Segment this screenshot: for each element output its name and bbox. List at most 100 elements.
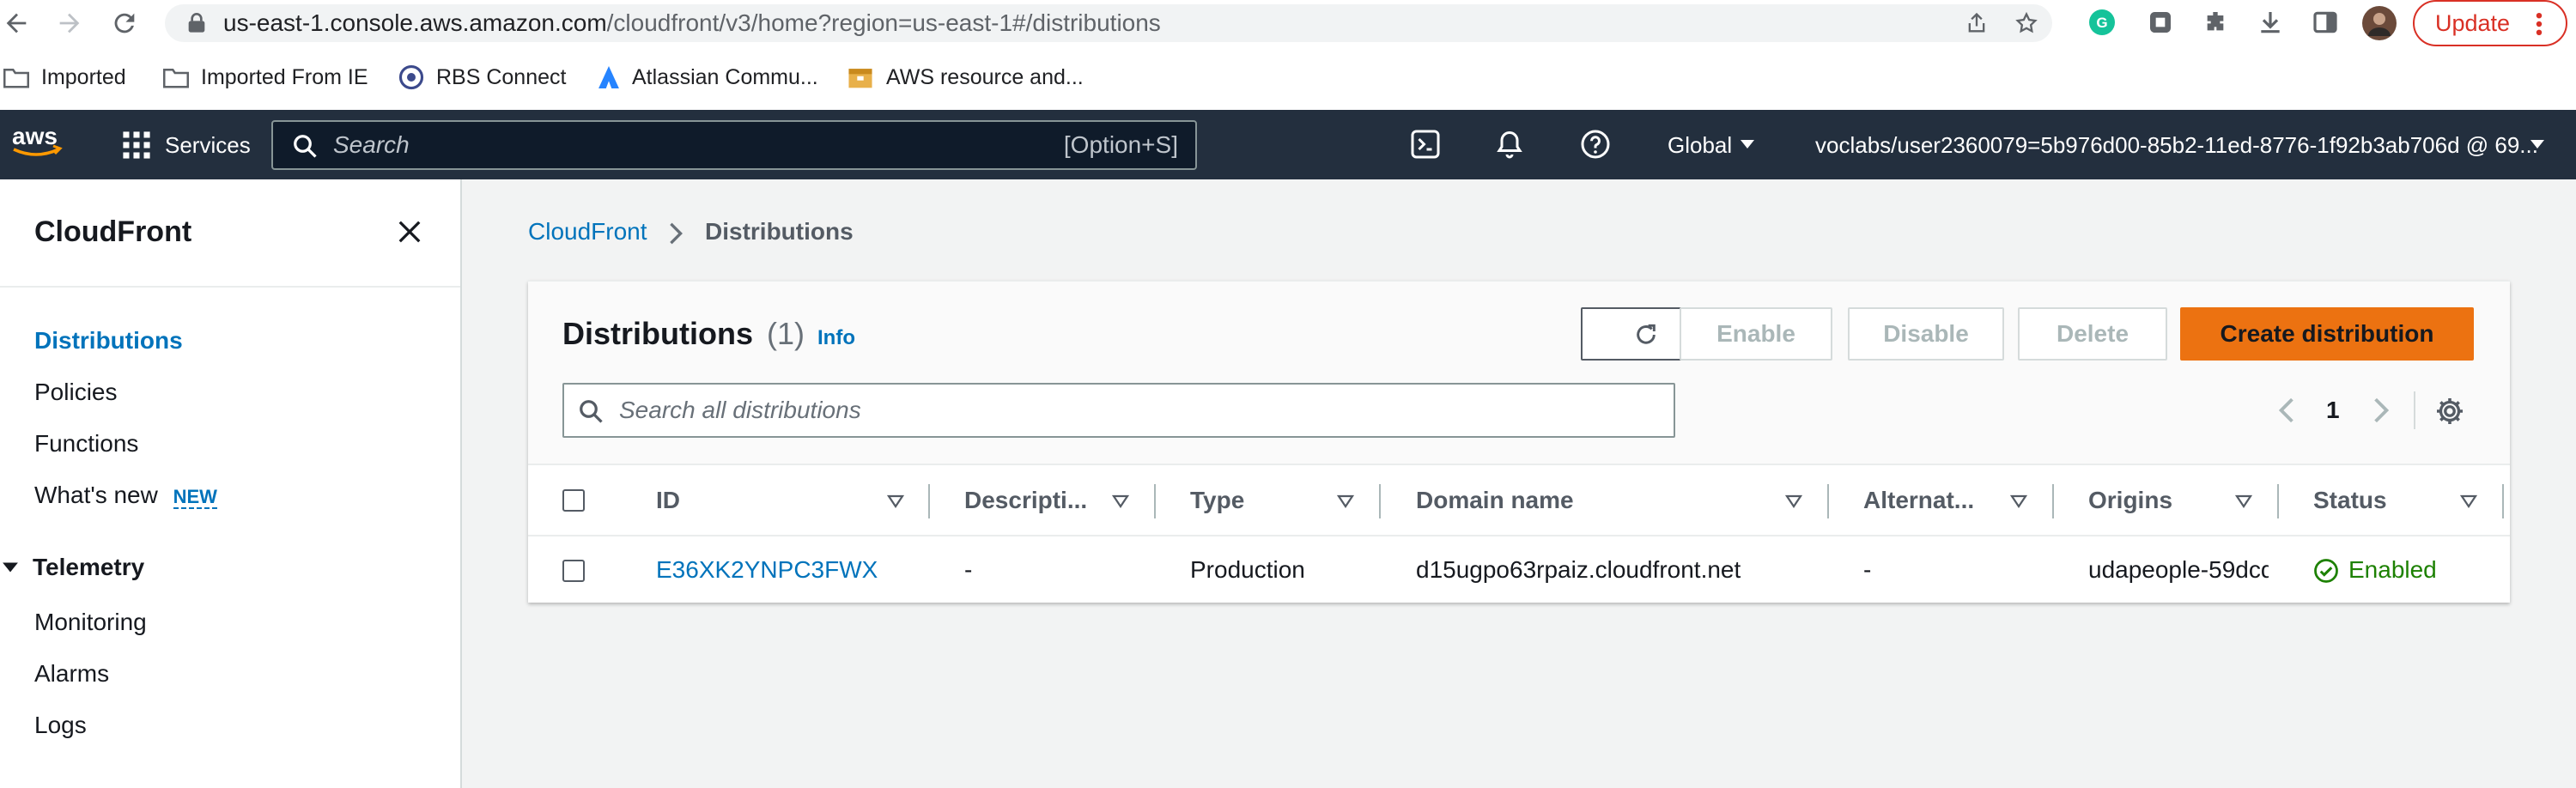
sidebar-item-monitoring[interactable]: Monitoring bbox=[34, 609, 147, 636]
package-icon bbox=[848, 69, 872, 88]
page-number[interactable]: 1 bbox=[2326, 397, 2340, 424]
reload-icon[interactable] bbox=[110, 9, 139, 38]
sidebar-item-distributions[interactable]: Distributions bbox=[34, 327, 183, 355]
rbs-logo-icon bbox=[398, 64, 424, 90]
forward-arrow-icon[interactable] bbox=[55, 9, 84, 38]
previous-page-icon[interactable] bbox=[2278, 397, 2295, 424]
column-divider[interactable] bbox=[1827, 484, 1829, 518]
column-header-id[interactable]: ID bbox=[656, 465, 680, 536]
browser-chrome: us-east-1.console.aws.amazon.com/cloudfr… bbox=[0, 0, 2576, 110]
update-button[interactable]: Update bbox=[2413, 0, 2567, 46]
bookmark-atlassian[interactable]: Atlassian Commu... bbox=[598, 57, 818, 98]
bookmark-label: Atlassian Commu... bbox=[632, 64, 818, 89]
select-all-checkbox[interactable] bbox=[562, 489, 585, 512]
aws-top-nav: aws Services Search [Option+S] Global vo… bbox=[0, 110, 2576, 179]
search-placeholder: Search bbox=[333, 131, 410, 158]
services-menu[interactable]: Services bbox=[165, 132, 251, 159]
enable-button[interactable]: Enable bbox=[1680, 307, 1832, 361]
row-checkbox[interactable] bbox=[562, 560, 585, 582]
caret-down-icon[interactable] bbox=[2, 561, 19, 574]
aws-search-input[interactable]: Search [Option+S] bbox=[271, 120, 1197, 170]
profile-avatar-icon[interactable] bbox=[2361, 5, 2397, 41]
caret-down-icon bbox=[1740, 139, 1755, 149]
search-icon bbox=[580, 400, 603, 423]
bookmark-label: AWS resource and... bbox=[886, 64, 1084, 89]
sidebar-item-functions[interactable]: Functions bbox=[34, 430, 138, 458]
column-header-alternate-domain[interactable]: Alternat... bbox=[1863, 465, 1974, 536]
distribution-count: (1) bbox=[767, 316, 805, 351]
region-selector[interactable]: Global bbox=[1668, 132, 1732, 159]
delete-button[interactable]: Delete bbox=[2018, 307, 2167, 361]
aws-logo-text: aws bbox=[12, 123, 58, 149]
bookmark-imported[interactable]: Imported bbox=[3, 57, 126, 98]
bookmark-label: Imported From IE bbox=[201, 64, 368, 89]
column-header-origins[interactable]: Origins bbox=[2088, 465, 2172, 536]
column-divider[interactable] bbox=[2502, 484, 2504, 518]
column-header-status[interactable]: Status bbox=[2313, 465, 2387, 536]
breadcrumb-distributions: Distributions bbox=[705, 218, 854, 245]
column-header-domain-name[interactable]: Domain name bbox=[1416, 465, 1574, 536]
column-divider[interactable] bbox=[1379, 484, 1381, 518]
column-header-description[interactable]: Descripti... bbox=[964, 465, 1087, 536]
services-grid-icon[interactable] bbox=[122, 130, 151, 160]
column-divider[interactable] bbox=[928, 484, 930, 518]
svg-text:G: G bbox=[2096, 15, 2107, 31]
panel-title: Distributions (1) bbox=[562, 316, 805, 352]
sort-caret-icon[interactable] bbox=[2460, 494, 2477, 508]
url-host: us-east-1.console.aws.amazon.com bbox=[223, 9, 607, 36]
sidebar-item-whats-new[interactable]: What's new NEW bbox=[34, 482, 217, 509]
notifications-bell-icon[interactable] bbox=[1494, 129, 1525, 160]
create-distribution-button[interactable]: Create distribution bbox=[2180, 307, 2474, 361]
extension-icon[interactable] bbox=[2147, 9, 2174, 36]
star-bookmark-icon[interactable] bbox=[2014, 11, 2038, 35]
update-label: Update bbox=[2435, 10, 2511, 36]
account-menu[interactable]: voclabs/user2360079=5b976d00-85b2-11ed-8… bbox=[1815, 132, 2538, 159]
close-sidebar-icon[interactable] bbox=[397, 219, 422, 245]
bookmark-label: RBS Connect bbox=[436, 64, 567, 89]
column-divider[interactable] bbox=[1154, 484, 1156, 518]
bookmark-imported-from-ie[interactable]: Imported From IE bbox=[163, 57, 368, 98]
download-icon[interactable] bbox=[2257, 9, 2284, 36]
sidebar-section-telemetry[interactable]: Telemetry bbox=[33, 554, 144, 581]
cloudshell-icon[interactable] bbox=[1410, 129, 1441, 160]
kebab-menu-icon bbox=[2535, 12, 2543, 36]
next-page-icon[interactable] bbox=[2372, 397, 2390, 424]
panel-header: Distributions (1) Info Enable Disable De… bbox=[528, 282, 2510, 465]
sidebar-item-policies[interactable]: Policies bbox=[34, 379, 117, 406]
back-arrow-icon[interactable] bbox=[2, 9, 31, 38]
side-panel-icon[interactable] bbox=[2312, 9, 2339, 36]
lock-icon[interactable] bbox=[187, 13, 206, 33]
sort-caret-icon[interactable] bbox=[1112, 494, 1129, 508]
breadcrumb-cloudfront[interactable]: CloudFront bbox=[528, 218, 647, 245]
column-header-type[interactable]: Type bbox=[1190, 465, 1244, 536]
sort-caret-icon[interactable] bbox=[2010, 494, 2027, 508]
grammarly-extension-icon[interactable]: G bbox=[2088, 9, 2116, 36]
bookmark-rbs-connect[interactable]: RBS Connect bbox=[398, 57, 566, 98]
sidebar-item-label: What's new bbox=[34, 482, 158, 508]
column-divider[interactable] bbox=[2052, 484, 2054, 518]
sort-caret-icon[interactable] bbox=[1337, 494, 1354, 508]
distribution-search-input[interactable]: Search all distributions bbox=[562, 383, 1675, 438]
cell-origins: udapeople-59dcd bbox=[2088, 556, 2269, 583]
share-icon[interactable] bbox=[1965, 11, 1989, 35]
new-badge: NEW bbox=[173, 486, 217, 509]
sort-caret-icon[interactable] bbox=[887, 494, 904, 508]
column-divider[interactable] bbox=[2277, 484, 2279, 518]
address-bar[interactable]: us-east-1.console.aws.amazon.com/cloudfr… bbox=[165, 4, 2052, 42]
aws-logo[interactable]: aws bbox=[10, 122, 65, 158]
help-icon[interactable] bbox=[1580, 129, 1611, 160]
sort-caret-icon[interactable] bbox=[2235, 494, 2252, 508]
bookmark-aws-resource[interactable]: AWS resource and... bbox=[847, 57, 1084, 98]
cell-alternate-domain: - bbox=[1863, 556, 1872, 583]
folder-icon bbox=[163, 69, 189, 88]
distribution-id-link[interactable]: E36XK2YNPC3FWX bbox=[656, 536, 878, 604]
settings-gear-icon[interactable] bbox=[2434, 396, 2465, 427]
pagination-divider bbox=[2414, 391, 2415, 429]
distributions-panel: Distributions (1) Info Enable Disable De… bbox=[528, 281, 2510, 603]
sidebar-item-logs[interactable]: Logs bbox=[34, 712, 87, 739]
disable-button[interactable]: Disable bbox=[1848, 307, 2004, 361]
puzzle-extensions-icon[interactable] bbox=[2202, 9, 2229, 36]
info-link[interactable]: Info bbox=[817, 326, 855, 350]
sort-caret-icon[interactable] bbox=[1785, 494, 1802, 508]
sidebar-item-alarms[interactable]: Alarms bbox=[34, 660, 109, 688]
